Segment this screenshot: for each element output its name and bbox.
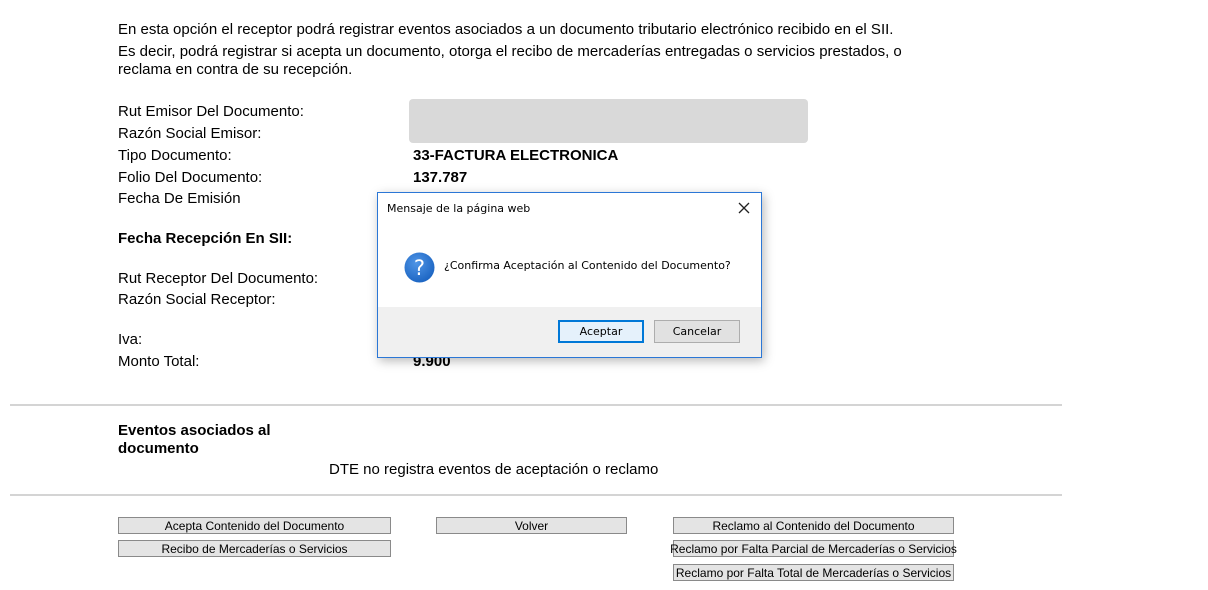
confirm-dialog: Mensaje de la página web ? ¿Confirma Ace… [377, 192, 762, 358]
fecha-recepcion-label: Fecha Recepción En SII: [118, 230, 293, 247]
divider-bottom [10, 494, 1062, 496]
razon-social-receptor-label: Razón Social Receptor: [118, 291, 276, 308]
iva-label: Iva: [118, 331, 143, 348]
aceptar-button[interactable]: Aceptar [558, 320, 644, 343]
dialog-message: ¿Confirma Aceptación al Contenido del Do… [444, 259, 731, 272]
rut-receptor-label: Rut Receptor Del Documento: [118, 270, 319, 287]
reclamo-falta-total-button[interactable]: Reclamo por Falta Total de Mercaderías o… [673, 564, 954, 581]
fecha-emision-label: Fecha De Emisión [118, 190, 241, 207]
reclamo-contenido-button[interactable]: Reclamo al Contenido del Documento [673, 517, 954, 534]
events-heading: Eventos asociados al documento [118, 422, 271, 457]
folio-value: 137.787 [413, 169, 468, 186]
cancelar-button[interactable]: Cancelar [654, 320, 740, 343]
tipo-documento-value: 33-FACTURA ELECTRONICA [413, 147, 619, 164]
events-empty-message: DTE no registra eventos de aceptación o … [329, 461, 659, 478]
intro-text: En esta opción el receptor podrá registr… [118, 21, 938, 79]
recibo-mercaderias-button[interactable]: Recibo de Mercaderías o Servicios [118, 540, 391, 557]
tipo-documento-label: Tipo Documento: [118, 147, 232, 164]
svg-text:?: ? [414, 256, 425, 280]
reclamo-falta-parcial-button[interactable]: Reclamo por Falta Parcial de Mercaderías… [670, 540, 957, 557]
question-icon: ? [404, 252, 435, 283]
redacted-emisor-info [409, 99, 808, 143]
close-icon[interactable] [735, 199, 753, 217]
folio-label: Folio Del Documento: [118, 169, 263, 186]
razon-social-emisor-label: Razón Social Emisor: [118, 125, 262, 142]
monto-total-label: Monto Total: [118, 353, 200, 370]
acepta-contenido-button[interactable]: Acepta Contenido del Documento [118, 517, 391, 534]
dialog-body: ? ¿Confirma Aceptación al Contenido del … [378, 225, 761, 307]
dialog-footer: Aceptar Cancelar [378, 307, 761, 357]
intro-line-1: En esta opción el receptor podrá registr… [118, 21, 894, 38]
intro-line-2: Es decir, podrá registrar si acepta un d… [118, 43, 902, 78]
divider-top [10, 404, 1062, 406]
rut-emisor-label: Rut Emisor Del Documento: [118, 103, 304, 120]
dialog-title: Mensaje de la página web [387, 202, 531, 215]
volver-button[interactable]: Volver [436, 517, 627, 534]
